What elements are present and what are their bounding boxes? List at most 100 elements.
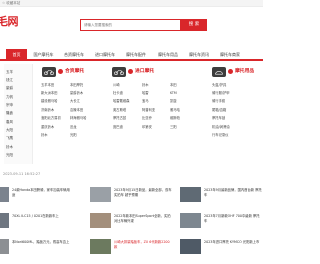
brand-link[interactable]: 阿普利亚	[142, 108, 155, 113]
nav-item-parts[interactable]: 摩托车配件	[121, 49, 151, 61]
news-title[interactable]: 本Nori600ML，踏板万元，闯高车边上	[12, 240, 70, 254]
brand-link[interactable]: 摩托古兹	[113, 116, 126, 121]
news-item[interactable]: 70XL ILC15 / 0201在新款车上	[0, 211, 78, 231]
brand-link[interactable]: 印第安	[142, 125, 152, 130]
news-title[interactable]: 24款Honda本田跨骑，家车加装车辆用途	[12, 188, 70, 202]
nav-item-news[interactable]: 摩托车资讯	[184, 49, 214, 61]
news-title[interactable]: 2023年9月最新品牌，国内首台新 摩托车	[204, 188, 262, 202]
nav-item-home[interactable]: 首页	[6, 49, 27, 61]
news-item[interactable]: 24款Honda本田跨骑，家车加装车辆用途	[0, 185, 78, 205]
gear-link[interactable]: 头盔/护具	[212, 83, 226, 88]
panel-title[interactable]: 合资摩托	[65, 66, 84, 77]
gear-link[interactable]: 摩托车锁	[212, 116, 225, 121]
brand-link[interactable]: 雅马哈	[170, 108, 180, 113]
brand-link[interactable]: 宝马	[142, 99, 149, 104]
brand-link[interactable]: 林海雅马哈	[70, 116, 86, 121]
news-thumbnail[interactable]	[90, 213, 111, 228]
brand-link[interactable]: 本田摩托	[70, 83, 83, 88]
sidebar-item[interactable]: 五羊	[6, 70, 13, 75]
brand-link[interactable]: 建设雅马哈	[41, 99, 57, 104]
news-title[interactable]: 2022年款本田SuperSport全新，实拍对比车辆外观	[114, 214, 172, 228]
nav-item-domestic[interactable]: 国产摩托车	[29, 49, 58, 61]
news-thumbnail[interactable]	[180, 239, 201, 254]
news-title[interactable]: 川崎大排量踏板车，ZX 6代新款2200款	[114, 240, 172, 254]
brand-link[interactable]: 哈雷	[142, 91, 149, 96]
news-title[interactable]: 2023年进口摩托 KYMCO 光阳新上市	[204, 240, 262, 254]
brand-link[interactable]: 大长江	[70, 99, 80, 104]
gear-link[interactable]: 行车记录仪	[212, 133, 228, 138]
news-thumbnail[interactable]	[90, 239, 111, 254]
brand-link[interactable]: 济南铃木	[41, 108, 54, 113]
brand-link[interactable]: 川崎	[113, 83, 120, 88]
sidebar-item[interactable]: 大阳	[6, 128, 13, 133]
gear-link[interactable]: 机油/润滑油	[212, 125, 230, 130]
site-logo[interactable]: 毛网	[0, 16, 19, 28]
news-item[interactable]: 2023年9月15日新品，最新全部，双车实拍车 超乎预期	[90, 185, 178, 205]
news-thumbnail[interactable]	[90, 187, 111, 202]
brand-link[interactable]: 庞巴迪	[113, 125, 123, 130]
brand-link[interactable]: 重庆铃木	[41, 125, 54, 130]
news-item[interactable]: 2022年款本田SuperSport全新，实拍对比车辆外观	[90, 211, 178, 231]
sidebar-item[interactable]: 光阳	[6, 153, 13, 158]
sidebar-item[interactable]: 春风	[6, 120, 13, 125]
sidebar-item[interactable]: 宗申	[6, 103, 13, 108]
sidebar-item[interactable]: 铃木	[6, 145, 13, 150]
brand-link[interactable]: 光阳	[70, 133, 77, 138]
news-item[interactable]: 2023年进口摩托 KYMCO 光阳新上市	[180, 237, 264, 257]
nav-item-gear[interactable]: 摩托车用品	[153, 49, 183, 61]
sidebar-item[interactable]: 飞鹰	[6, 136, 13, 141]
gear-link[interactable]: 骑行服/护甲	[212, 91, 230, 96]
nav-item-dealers[interactable]: 摩托车商家	[215, 49, 245, 61]
panel-title[interactable]: 摩托用品	[235, 66, 254, 77]
news-item[interactable]: 本Nori600ML，踏板万元，闯高车边上	[0, 237, 78, 257]
gear-link[interactable]: 尾箱/边箱	[212, 108, 226, 113]
brand-link[interactable]: 洛阳北方易初	[41, 116, 61, 121]
brand-link[interactable]: 哈雷戴维森	[113, 99, 129, 104]
brand-link[interactable]: 维斯帕	[170, 116, 180, 121]
panel-header: 合资摩托	[36, 66, 104, 78]
news-thumbnail[interactable]	[0, 239, 9, 254]
news-item[interactable]: 川崎大排量踏板车，ZX 6代新款2200款	[90, 237, 178, 257]
news-item[interactable]: 2023年7月新款OHF 700中级新 摩托车	[180, 211, 264, 231]
brand-link[interactable]: KTM	[170, 91, 177, 96]
search-button[interactable]: 搜 索	[181, 19, 207, 31]
news-thumbnail[interactable]	[180, 187, 201, 202]
brand-link[interactable]: 本田	[170, 83, 177, 88]
brand-link[interactable]: 嘉陵本田	[70, 108, 83, 113]
news-title[interactable]: 2023年7月新款OHF 700中级新 摩托车	[204, 214, 262, 228]
nav-item-imported[interactable]: 进口摩托车	[90, 49, 120, 61]
news-thumbnail[interactable]	[0, 187, 9, 202]
top-bar: ☆ 收藏本站	[0, 0, 263, 7]
brand-link[interactable]: 三阳	[170, 125, 177, 130]
search-input[interactable]	[81, 20, 180, 30]
news-title[interactable]: 2023年9月15日新品，最新全部，双车实拍车 超乎预期	[114, 188, 172, 202]
brand-link[interactable]: 豪爵铃木	[70, 91, 83, 96]
sidebar-item[interactable]: 豪爵	[6, 86, 13, 91]
favorite-link[interactable]: ☆ 收藏本站	[2, 1, 20, 6]
brand-link[interactable]: 凯旋	[170, 99, 177, 104]
brand-link[interactable]: 新大洲本田	[41, 91, 57, 96]
brand-link[interactable]: 五羊本田	[41, 83, 54, 88]
imported-panel: 进口摩托 川崎 铃木 本田 杜卡迪 哈雷 KTM 哈雷戴维森 宝马 凯旋 奥古斯…	[106, 64, 200, 164]
brand-link[interactable]: 奥古斯塔	[113, 108, 126, 113]
news-thumbnail[interactable]	[180, 213, 201, 228]
brand-link[interactable]: 杜卡迪	[113, 91, 123, 96]
joint-venture-panel: 合资摩托 五羊本田 本田摩托 新大洲本田 豪爵铃木 建设雅马哈 大长江 济南铃木…	[36, 64, 104, 164]
sidebar-item[interactable]: 钱江	[6, 78, 13, 83]
brand-sidebar: 五羊 钱江 豪爵 力帆 宗申 隆鑫 春风 大阳 飞鹰 铃木 光阳	[4, 64, 33, 164]
brand-link[interactable]: 迅龙	[70, 125, 77, 130]
panel-title[interactable]: 进口摩托	[135, 66, 154, 77]
brand-link[interactable]: 比亚乔	[142, 116, 152, 121]
news-item[interactable]: 2023年9月最新品牌，国内首台新 摩托车	[180, 185, 264, 205]
motorcycle-icon	[42, 67, 56, 77]
panel-header: 进口摩托	[106, 66, 200, 78]
brand-link[interactable]: 铃木	[41, 133, 48, 138]
news-title[interactable]: 70XL ILC15 / 0201在新款车上	[12, 214, 70, 228]
nav-item-joint-venture[interactable]: 合资摩托车	[59, 49, 89, 61]
sidebar-item[interactable]: 力帆	[6, 95, 13, 100]
gear-link[interactable]: 骑行手套	[212, 99, 225, 104]
update-date: 2023-09-11 16:52:27	[3, 172, 41, 176]
brand-link[interactable]: 铃木	[142, 83, 149, 88]
news-thumbnail[interactable]	[0, 213, 9, 228]
sidebar-item[interactable]: 隆鑫	[6, 111, 13, 116]
